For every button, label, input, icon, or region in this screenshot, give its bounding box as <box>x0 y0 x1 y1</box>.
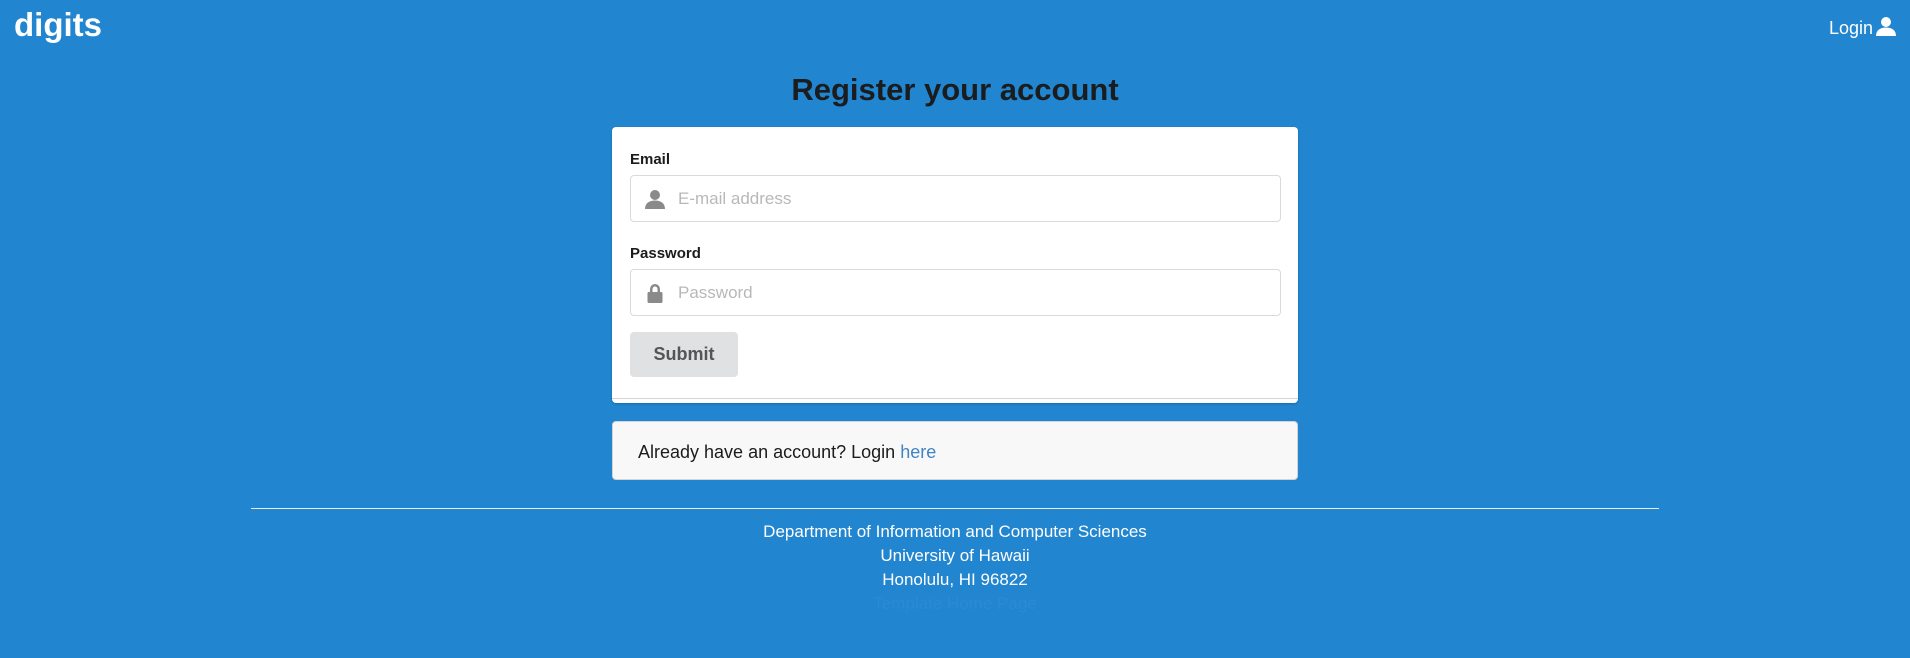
footer-divider <box>251 508 1659 509</box>
login-here-link[interactable]: here <box>900 442 936 462</box>
login-label: Login <box>1828 18 1873 38</box>
login-message-text: Already have an account? Login <box>638 442 901 462</box>
register-form: Email Password Submit <box>612 127 1298 403</box>
user-icon <box>1876 16 1896 41</box>
footer-address: Honolulu, HI 96822 <box>882 570 1028 589</box>
footer-department: Department of Information and Computer S… <box>763 522 1147 541</box>
email-input[interactable] <box>678 176 1268 221</box>
login-menu[interactable]: Login <box>1829 16 1896 41</box>
password-input[interactable] <box>678 270 1268 315</box>
navbar: digits Login <box>0 0 1910 54</box>
login-message: Already have an account? Login here <box>612 421 1298 480</box>
submit-button[interactable]: Submit <box>630 332 738 377</box>
template-home-link[interactable]: Template Home Page <box>0 592 1910 616</box>
footer: Department of Information and Computer S… <box>0 520 1910 616</box>
email-label: Email <box>630 151 671 168</box>
footer-university: University of Hawaii <box>880 546 1030 565</box>
lock-icon <box>645 283 665 303</box>
email-field[interactable] <box>630 175 1281 222</box>
password-field[interactable] <box>630 269 1281 316</box>
brand-logo[interactable]: digits <box>14 6 102 44</box>
password-label: Password <box>630 245 701 262</box>
page-title: Register your account <box>791 72 1119 107</box>
user-icon <box>645 189 665 209</box>
card-divider <box>612 398 1298 399</box>
